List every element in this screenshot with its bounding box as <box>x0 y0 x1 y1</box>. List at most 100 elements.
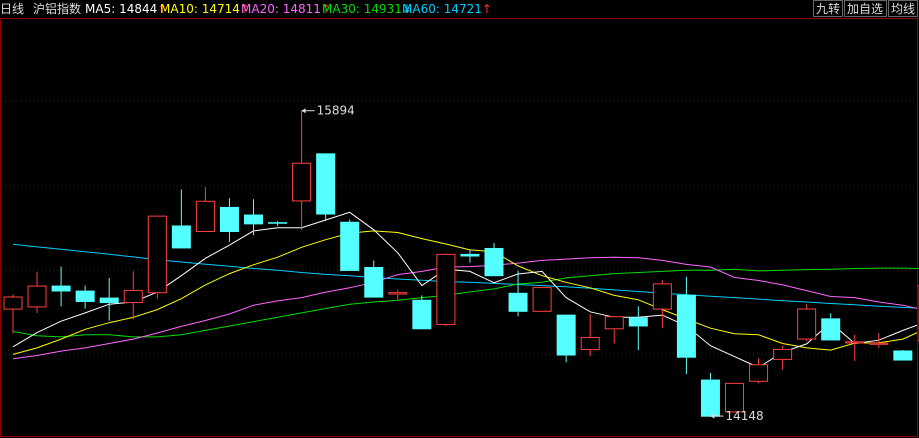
nine-turn-button[interactable]: 九转 <box>813 0 843 17</box>
down-candle <box>268 221 288 226</box>
up-candle <box>292 110 312 231</box>
down-candle <box>171 189 191 249</box>
candle-body <box>51 285 71 292</box>
ma10-value: 14714 <box>201 2 240 16</box>
up-candle <box>123 271 143 320</box>
add-watchlist-button[interactable]: 加自选 <box>844 0 887 17</box>
ma30-value: 14931 <box>363 2 402 16</box>
low-price-label: 14148 <box>725 409 763 423</box>
up-candle <box>725 382 744 413</box>
candle-body <box>532 287 552 312</box>
period-label: 日线 <box>0 2 25 16</box>
down-candle <box>412 295 432 330</box>
up-candle <box>845 334 865 361</box>
ma5-value: 14844 <box>119 2 158 16</box>
down-candle <box>51 266 71 307</box>
up-candle <box>652 280 672 329</box>
ma5-readout: MA5: 14844↑ <box>85 2 167 16</box>
ma20-readout: MA20: 14811↑ <box>241 2 331 16</box>
down-candle <box>556 314 576 363</box>
ma30-readout: MA30: 14931↓ <box>322 2 412 16</box>
ma60-readout: MA60: 14721↑ <box>402 2 492 16</box>
candle-body <box>797 308 817 340</box>
candlestick-chart[interactable]: 15894 14148 <box>0 18 919 438</box>
candle-body <box>195 200 215 233</box>
candle-body <box>845 341 865 344</box>
down-candle <box>99 277 119 321</box>
up-candle <box>869 333 889 349</box>
ma60-value: 14721 <box>443 2 482 16</box>
down-candle <box>700 373 720 417</box>
down-candle <box>508 270 528 317</box>
candle-body <box>340 221 360 271</box>
down-candle <box>460 249 480 263</box>
candle-body <box>147 215 167 294</box>
candles <box>3 110 919 417</box>
ma60-label: MA60: <box>402 2 440 16</box>
candle-body <box>652 283 672 310</box>
candle-body <box>556 314 576 356</box>
candle-body <box>676 294 696 358</box>
up-candle <box>436 253 456 327</box>
up-candle <box>195 187 215 233</box>
high-price-label: 15894 <box>317 104 355 118</box>
up-candle <box>749 358 769 384</box>
annotations: 15894 14148 <box>301 104 764 423</box>
candle-body <box>292 162 312 202</box>
candle-body <box>580 336 600 351</box>
down-candle <box>821 313 841 341</box>
symbol-name: 沪铝指数 <box>33 2 82 16</box>
candle-body <box>700 379 720 417</box>
candle-body <box>604 316 624 330</box>
ma20-label: MA20: <box>241 2 279 16</box>
candle-body <box>27 285 47 308</box>
candle-body <box>244 214 263 225</box>
candle-body <box>893 350 913 361</box>
candle-body <box>869 342 889 345</box>
mean-line-button[interactable]: 均线 <box>888 0 918 17</box>
down-candle <box>484 242 504 277</box>
candle-body <box>316 153 336 215</box>
candle-body <box>364 266 384 298</box>
candle-body <box>3 296 23 310</box>
chart-header: 日线 沪铝指数 MA5: 14844↑ MA10: 14714↑ MA20: 1… <box>0 0 919 18</box>
candle-body <box>749 364 769 382</box>
down-candle <box>893 350 913 361</box>
down-candle <box>219 198 239 242</box>
candle-body <box>821 318 841 341</box>
ma5-label: MA5: <box>85 2 116 16</box>
down-candle <box>340 219 360 271</box>
ma10-readout: MA10: 14714↑ <box>160 2 250 16</box>
up-candle <box>532 287 552 312</box>
candle-body <box>436 253 456 325</box>
candle-body <box>75 290 95 302</box>
candle-body <box>388 292 408 295</box>
candle-body <box>412 299 432 330</box>
candle-body <box>773 348 793 360</box>
ma30-label: MA30: <box>322 2 360 16</box>
ma20-value: 14811 <box>282 2 321 16</box>
down-candle <box>75 285 95 309</box>
down-candle <box>676 276 696 375</box>
ma10-label: MA10: <box>160 2 198 16</box>
high-marker-arrowhead <box>301 108 306 114</box>
down-candle <box>628 306 648 351</box>
candle-body <box>219 206 239 233</box>
down-candle <box>316 153 336 222</box>
candle-body <box>508 292 528 312</box>
candle-body <box>628 317 648 327</box>
up-candle <box>604 316 624 344</box>
candle-body <box>123 289 143 304</box>
up-candle <box>388 289 408 300</box>
up-candle <box>147 215 167 299</box>
candle-body <box>484 247 504 277</box>
candle-body <box>171 225 191 249</box>
up-candle <box>773 345 793 370</box>
up-candle <box>3 294 23 334</box>
candle-body <box>460 253 480 257</box>
up-candle <box>580 313 600 356</box>
down-candle <box>364 260 384 298</box>
candle-body <box>99 297 119 304</box>
candle-body <box>725 382 744 413</box>
ma60-arrow: ↑ <box>481 2 492 16</box>
